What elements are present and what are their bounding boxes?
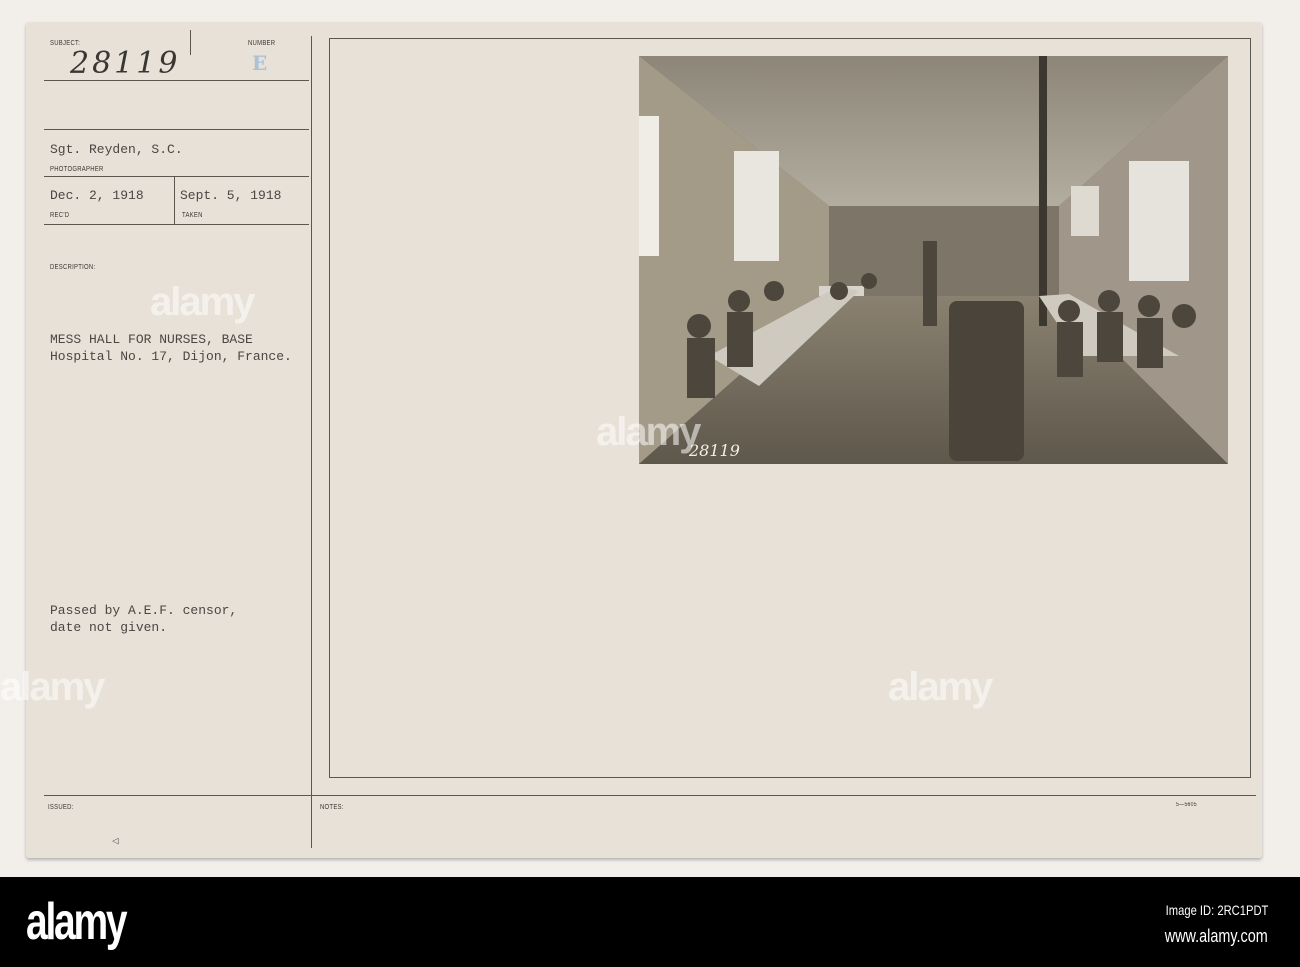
photographer: Sgt. Reyden, S.C.	[50, 142, 183, 157]
censor-line-1: Passed by A.E.F. censor,	[50, 603, 238, 618]
site-url[interactable]: www.alamy.com	[1165, 926, 1268, 947]
watermark: alamy	[0, 665, 105, 709]
number-label: NUMBER	[248, 40, 276, 47]
watermark: alamy	[596, 410, 701, 454]
divider	[44, 129, 309, 130]
description-line-2: Hospital No. 17, Dijon, France.	[50, 349, 292, 364]
divider	[44, 176, 309, 177]
description-line-1: MESS HALL FOR NURSES, BASE	[50, 332, 253, 347]
issued-label: ISSUED:	[48, 804, 74, 811]
stock-banner	[0, 877, 1300, 967]
triangle-mark-icon: ◁	[112, 836, 119, 848]
received-date: Dec. 2, 1918	[50, 188, 144, 203]
taken-date: Sept. 5, 1918	[180, 188, 282, 203]
hall-interior-illustration: 28119	[639, 56, 1228, 464]
form-number: 5—5605	[1176, 802, 1197, 808]
image-id: Image ID: 2RC1PDT	[1165, 902, 1268, 918]
mess-hall-photo: 28119	[639, 56, 1228, 464]
divider	[311, 36, 312, 848]
divider	[44, 224, 309, 225]
photographer-label: PHOTOGRAPHER	[50, 166, 104, 173]
divider	[174, 176, 175, 224]
subject-number: 28119	[70, 46, 181, 81]
description-label: DESCRIPTION:	[50, 264, 96, 271]
censor-line-2: date not given.	[50, 620, 168, 635]
watermark: alamy	[150, 280, 255, 324]
number-value: E	[252, 51, 268, 75]
watermark: alamy	[888, 665, 993, 709]
alamy-logo: alamy	[26, 893, 128, 951]
received-label: REC'D	[50, 212, 70, 219]
taken-label: TAKEN	[182, 212, 203, 219]
notes-label: NOTES:	[320, 804, 344, 811]
divider	[190, 30, 191, 55]
divider	[44, 795, 1256, 796]
